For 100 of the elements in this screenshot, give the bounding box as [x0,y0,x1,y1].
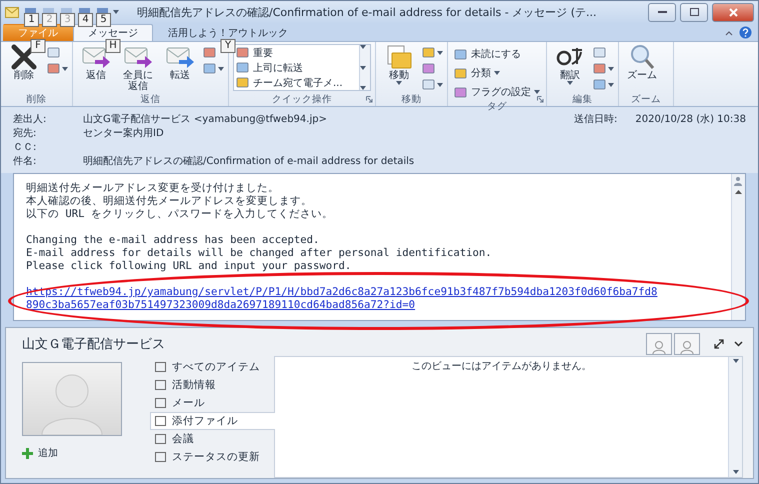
contact-name: 山文Ｇ電子配信サービス [22,336,166,353]
maximize-icon [690,8,698,16]
expand-icon [360,86,366,90]
key-tip: 1 [24,13,39,27]
key-tip: H [106,39,120,53]
group-label: クイック操作 [271,93,333,106]
header-label: 宛先: [13,126,38,140]
activity-tab[interactable]: ステータスの更新 [150,448,274,466]
activity-tab[interactable]: メール [150,394,274,412]
close-icon [728,8,738,16]
tool-icon [422,78,436,91]
key-tip: 2 [42,13,57,27]
key-tip: Y [220,39,236,53]
tool-icon [47,46,61,59]
message-text: 以下の URL をクリックし、パスワードを入力してください。 [26,208,334,221]
collapse-ribbon-icon[interactable] [725,30,733,36]
url-link[interactable]: https://tfweb94.jp/yamabung/servlet/P/P1/H/bbd7a2d6c8a27a123b6fce91b3f487f7b594dba1203f0d60f6ba7fd8 [26,286,719,299]
ribbon-button[interactable]: 翻訳 [551,44,589,85]
add-contact-button[interactable]: 追加 [22,446,58,460]
tool-icon [454,86,468,98]
minimize-icon [658,10,666,14]
tool-icon [422,46,436,59]
tool-icon [454,48,468,60]
ribbon-small-button[interactable]: 未読にする [452,46,542,62]
group-label: 返信 [140,93,162,106]
ribbon-button[interactable]: 全員に返信 [119,44,157,92]
message-text: 明細送付先メールアドレス変更を受け付けました。 [26,182,280,195]
customize-caret-icon [113,10,119,14]
activity-tab[interactable]: 添付ファイル [150,412,275,430]
group-label: 移動 [400,93,422,106]
delete-icon [10,44,38,70]
toolbar-icon-button[interactable] [203,62,224,75]
tool-icon [236,76,250,89]
avatar-icon[interactable] [646,333,672,355]
tool-icon [593,62,607,75]
key-tip: 4 [78,13,93,27]
tool-icon [593,78,607,91]
header-label: 差出人: [13,112,48,126]
header-value: 明細配信先アドレスの確認/Confirmation of e-mail address for details [83,154,416,168]
quick-step-item[interactable]: 重要 [234,45,359,60]
tool-icon [593,46,607,59]
ribbon-tab[interactable]: メッセージ [73,24,153,41]
toolbar-icon-button[interactable] [422,46,443,59]
tool-icon [203,46,217,59]
nav-icon [155,362,166,372]
activity-tab[interactable]: すべてのアイテム [150,358,274,376]
avatar-icon[interactable] [674,333,700,355]
header-label: 件名: [13,155,38,168]
dialog-launcher-icon[interactable] [537,96,544,103]
dialog-launcher-icon[interactable] [366,96,373,103]
message-text: 本人確認の後、明細送付先メールアドレスを変更します。 [26,195,313,208]
activity-tab[interactable]: 活動情報 [150,376,274,394]
ribbon-small-button[interactable]: フラグの設定 [452,84,542,100]
scroll-up-icon [360,45,366,49]
minimize-button[interactable] [648,2,676,22]
ribbon-tab[interactable]: 活用しよう！アウトルック [153,24,303,41]
ribbon-button[interactable]: ズーム [623,44,661,81]
header-label: 送信日時: [574,112,618,126]
group-label: 削除 [26,93,48,106]
window-title: 明細配信先アドレスの確認/Confirmation of e-mail address for details - メッセージ (テ... [137,4,598,20]
nav-icon [155,380,166,390]
ribbon-button[interactable]: 移動 [380,44,418,85]
tool-icon [236,46,250,59]
tool-icon [203,62,217,75]
message-text: Please click following URL and input your password. [26,260,352,273]
scroll-down-icon [360,66,366,70]
ribbon-button[interactable]: 転送 [161,44,199,81]
tool-icon [236,61,250,74]
quick-step-item[interactable]: チーム宛て電子メ... [234,75,359,90]
message-text: Changing the e-mail address has been accepted. [26,234,320,247]
group-label: タグ [486,100,508,113]
scroll-up-icon[interactable] [735,190,742,194]
key-tip: 5 [96,13,111,27]
nav-icon [155,416,166,426]
key-tip: 3 [60,13,75,27]
header-value: センター案内用ID [83,126,165,140]
empty-message: このビューにはアイテムがありません。 [410,360,592,374]
header-value: 山文G電子配信サービス <yamabung@tfweb94.jp> [83,112,328,126]
expand-icon[interactable] [714,339,724,349]
url-link[interactable]: 890c3ba5657eaf03b751497323009d8da2697189110cd64bad856a72?id=0 [26,299,719,312]
chevron-down-icon[interactable] [734,341,743,347]
close-button[interactable] [712,2,754,22]
key-tip: F [30,39,46,53]
scroll-up-icon [732,359,738,363]
activity-tab[interactable]: 会議 [150,430,274,448]
toolbar-icon-button[interactable] [422,78,443,91]
people-icon[interactable] [734,176,744,186]
toolbar-icon-button[interactable] [593,62,614,75]
maximize-button[interactable] [680,2,708,22]
toolbar-icon-button[interactable] [47,62,68,75]
header-value: 2020/10/28 (水) 10:38 [635,112,746,126]
tool-icon [454,66,468,80]
group-label: 編集 [572,93,594,106]
quick-step-item[interactable]: 上司に転送 [234,60,359,75]
toolbar-icon-button[interactable] [593,78,614,91]
nav-icon [155,434,166,444]
ribbon-small-button[interactable]: 分類 [452,65,542,81]
scroll-down-icon [732,470,738,474]
message-text: E-mail address for details will be changed after personal identification. [26,247,493,260]
help-icon[interactable] [739,26,752,39]
